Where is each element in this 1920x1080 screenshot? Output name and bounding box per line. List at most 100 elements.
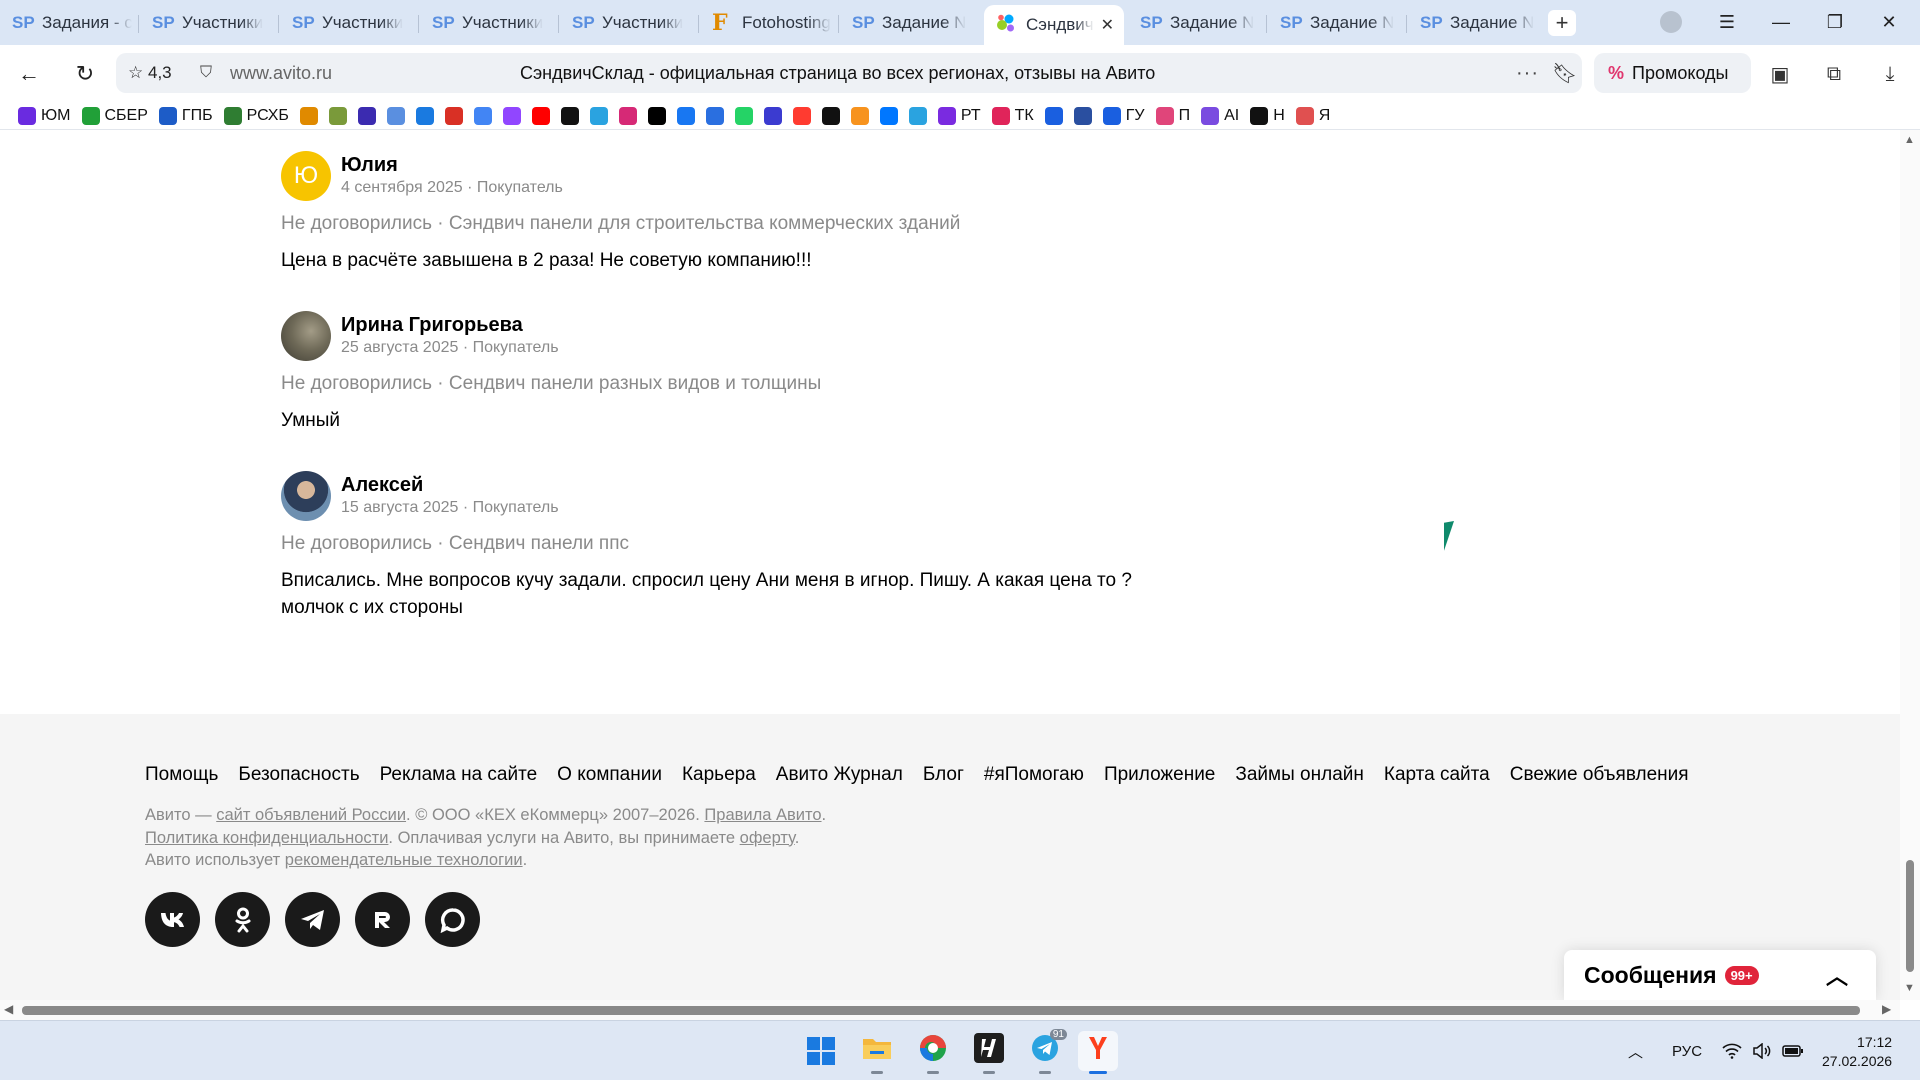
profile-avatar-icon[interactable]	[1660, 11, 1682, 33]
bookmark-item[interactable]	[618, 106, 637, 125]
messages-widget[interactable]: Сообщения 99+ ︿	[1564, 950, 1876, 1000]
footer-link-ads[interactable]: Реклама на сайте	[380, 764, 538, 786]
legal-link-rules[interactable]: Правила Авито	[704, 806, 821, 824]
tab-6[interactable]: F Fotohosting	[700, 7, 836, 39]
footer-link-sitemap[interactable]: Карта сайта	[1384, 764, 1490, 786]
scroll-right-icon[interactable]: ▶	[1882, 1002, 1891, 1016]
bookmark-item[interactable]	[850, 106, 869, 125]
scroll-down-icon[interactable]: ▼	[1904, 982, 1915, 994]
horizontal-scrollbar[interactable]: ◀ ▶	[0, 1000, 1900, 1020]
close-window-icon[interactable]: ✕	[1874, 8, 1904, 36]
bookmark-item[interactable]	[328, 106, 347, 125]
bookmark-item[interactable]	[444, 106, 463, 125]
bookmark-item[interactable]: Я	[1295, 106, 1330, 125]
bookmark-item[interactable]	[705, 106, 724, 125]
vk-icon[interactable]	[145, 892, 200, 947]
tab-3[interactable]: SP Участники	[280, 7, 416, 39]
bookmark-item[interactable]	[299, 106, 318, 125]
reviewer-name[interactable]: Ирина Григорьева	[341, 313, 559, 337]
footer-link-career[interactable]: Карьера	[682, 764, 756, 786]
bookmark-item[interactable]	[792, 106, 811, 125]
bookmark-item[interactable]	[589, 106, 608, 125]
footer-link-yapomogayu[interactable]: #яПомогаю	[984, 764, 1084, 786]
bookmark-item[interactable]: ГПБ	[158, 106, 213, 125]
tab-2[interactable]: SP Участники	[140, 7, 276, 39]
footer-link-blog[interactable]: Блог	[923, 764, 964, 786]
bookmark-item[interactable]: ЮМ	[18, 106, 71, 125]
omnibox[interactable]: ☆ 4,3 ⛉ www.avito.ru СэндвичСклад - офиц…	[116, 53, 1582, 93]
scroll-left-icon[interactable]: ◀	[4, 1002, 13, 1016]
scroll-up-icon[interactable]: ▲	[1904, 134, 1915, 146]
telegram-button[interactable]: 91	[1025, 1029, 1067, 1074]
tab-active-avito[interactable]: Сэндвич ✕	[984, 5, 1124, 45]
url-text[interactable]: www.avito.ru	[230, 63, 332, 84]
footer-link-safety[interactable]: Безопасность	[238, 764, 359, 786]
bookmark-item[interactable]: ГУ	[1102, 106, 1145, 125]
bookmark-icon[interactable]: 🔖︎	[1552, 61, 1577, 86]
bookmark-item[interactable]	[386, 106, 405, 125]
reviewer-name[interactable]: Алексей	[341, 473, 559, 497]
app-h-button[interactable]	[969, 1031, 1009, 1074]
language-indicator[interactable]: РУС	[1672, 1021, 1702, 1080]
bookmark-item[interactable]	[763, 106, 782, 125]
bookmark-item[interactable]	[676, 106, 695, 125]
bookmark-item[interactable]	[908, 106, 927, 125]
tab-list-icon[interactable]: ☰	[1712, 8, 1742, 36]
avatar[interactable]: Ю	[281, 151, 331, 201]
bookmark-item[interactable]	[415, 106, 434, 125]
avatar[interactable]	[281, 311, 331, 361]
tab-7[interactable]: SP Задание N	[840, 7, 976, 39]
tab-10[interactable]: SP Задание N	[1268, 7, 1404, 39]
chevron-up-icon[interactable]: ︿	[1826, 959, 1848, 991]
max-icon[interactable]	[425, 892, 480, 947]
footer-link-about[interactable]: О компании	[557, 764, 662, 786]
bookmark-item[interactable]	[357, 106, 376, 125]
bookmark-item[interactable]: Н	[1250, 106, 1285, 125]
footer-link-journal[interactable]: Авито Журнал	[776, 764, 903, 786]
restore-icon[interactable]: ❐	[1820, 8, 1850, 36]
bookmark-item[interactable]	[734, 106, 753, 125]
legal-link-site[interactable]: сайт объявлений России	[216, 806, 406, 824]
more-dots-icon[interactable]: ···	[1516, 62, 1539, 85]
tab-11[interactable]: SP Задание N	[1408, 7, 1544, 39]
bookmark-item[interactable]: ТК	[991, 106, 1034, 125]
legal-link-recommend[interactable]: рекомендательные технологии	[285, 851, 523, 869]
new-tab-button[interactable]: +	[1548, 10, 1576, 36]
legal-link-offer[interactable]: оферту	[740, 829, 795, 847]
security-shield-icon[interactable]: ⛉	[200, 64, 212, 82]
telegram-icon[interactable]	[285, 892, 340, 947]
bookmark-item[interactable]: РТ	[937, 106, 981, 125]
bookmark-item[interactable]	[560, 106, 579, 125]
wifi-icon[interactable]	[1722, 1021, 1742, 1080]
start-button[interactable]	[801, 1031, 841, 1071]
bookmark-item[interactable]	[879, 106, 898, 125]
bookmark-item[interactable]: СБЕР	[81, 106, 148, 125]
footer-link-app[interactable]: Приложение	[1104, 764, 1215, 786]
horizontal-scroll-thumb[interactable]	[22, 1006, 1860, 1015]
minimize-icon[interactable]: —	[1766, 8, 1796, 36]
footer-link-loans[interactable]: Займы онлайн	[1235, 764, 1363, 786]
reload-icon[interactable]: ↻	[70, 59, 100, 89]
bookmark-item[interactable]	[647, 106, 666, 125]
yandex-browser-button[interactable]	[1078, 1031, 1118, 1074]
back-arrow-icon[interactable]: ←	[14, 59, 44, 89]
bookmark-item[interactable]	[821, 106, 840, 125]
tab-5[interactable]: SP Участники	[560, 7, 696, 39]
avatar[interactable]	[281, 471, 331, 521]
bookmark-item[interactable]	[473, 106, 492, 125]
reviewer-name[interactable]: Юлия	[341, 153, 563, 177]
rutube-icon[interactable]	[355, 892, 410, 947]
battery-icon[interactable]	[1782, 1021, 1804, 1080]
system-clock[interactable]: 17:12 27.02.2026	[1822, 1033, 1892, 1071]
edge-browser-button[interactable]	[913, 1031, 953, 1074]
site-rating[interactable]: ☆ 4,3	[128, 63, 172, 83]
close-tab-icon[interactable]: ✕	[1101, 15, 1114, 35]
download-icon[interactable]: ⤓	[1876, 60, 1904, 88]
bookmark-item[interactable]: П	[1155, 106, 1190, 125]
tab-9[interactable]: SP Задание N	[1128, 7, 1264, 39]
vertical-scrollbar[interactable]: ▲ ▼	[1900, 130, 1920, 1000]
tray-overflow-icon[interactable]: ︿	[1628, 1021, 1643, 1080]
image-icon[interactable]: ▣	[1766, 60, 1794, 88]
file-explorer-button[interactable]	[857, 1031, 897, 1074]
bookmark-item[interactable]: РСХБ	[223, 106, 289, 125]
